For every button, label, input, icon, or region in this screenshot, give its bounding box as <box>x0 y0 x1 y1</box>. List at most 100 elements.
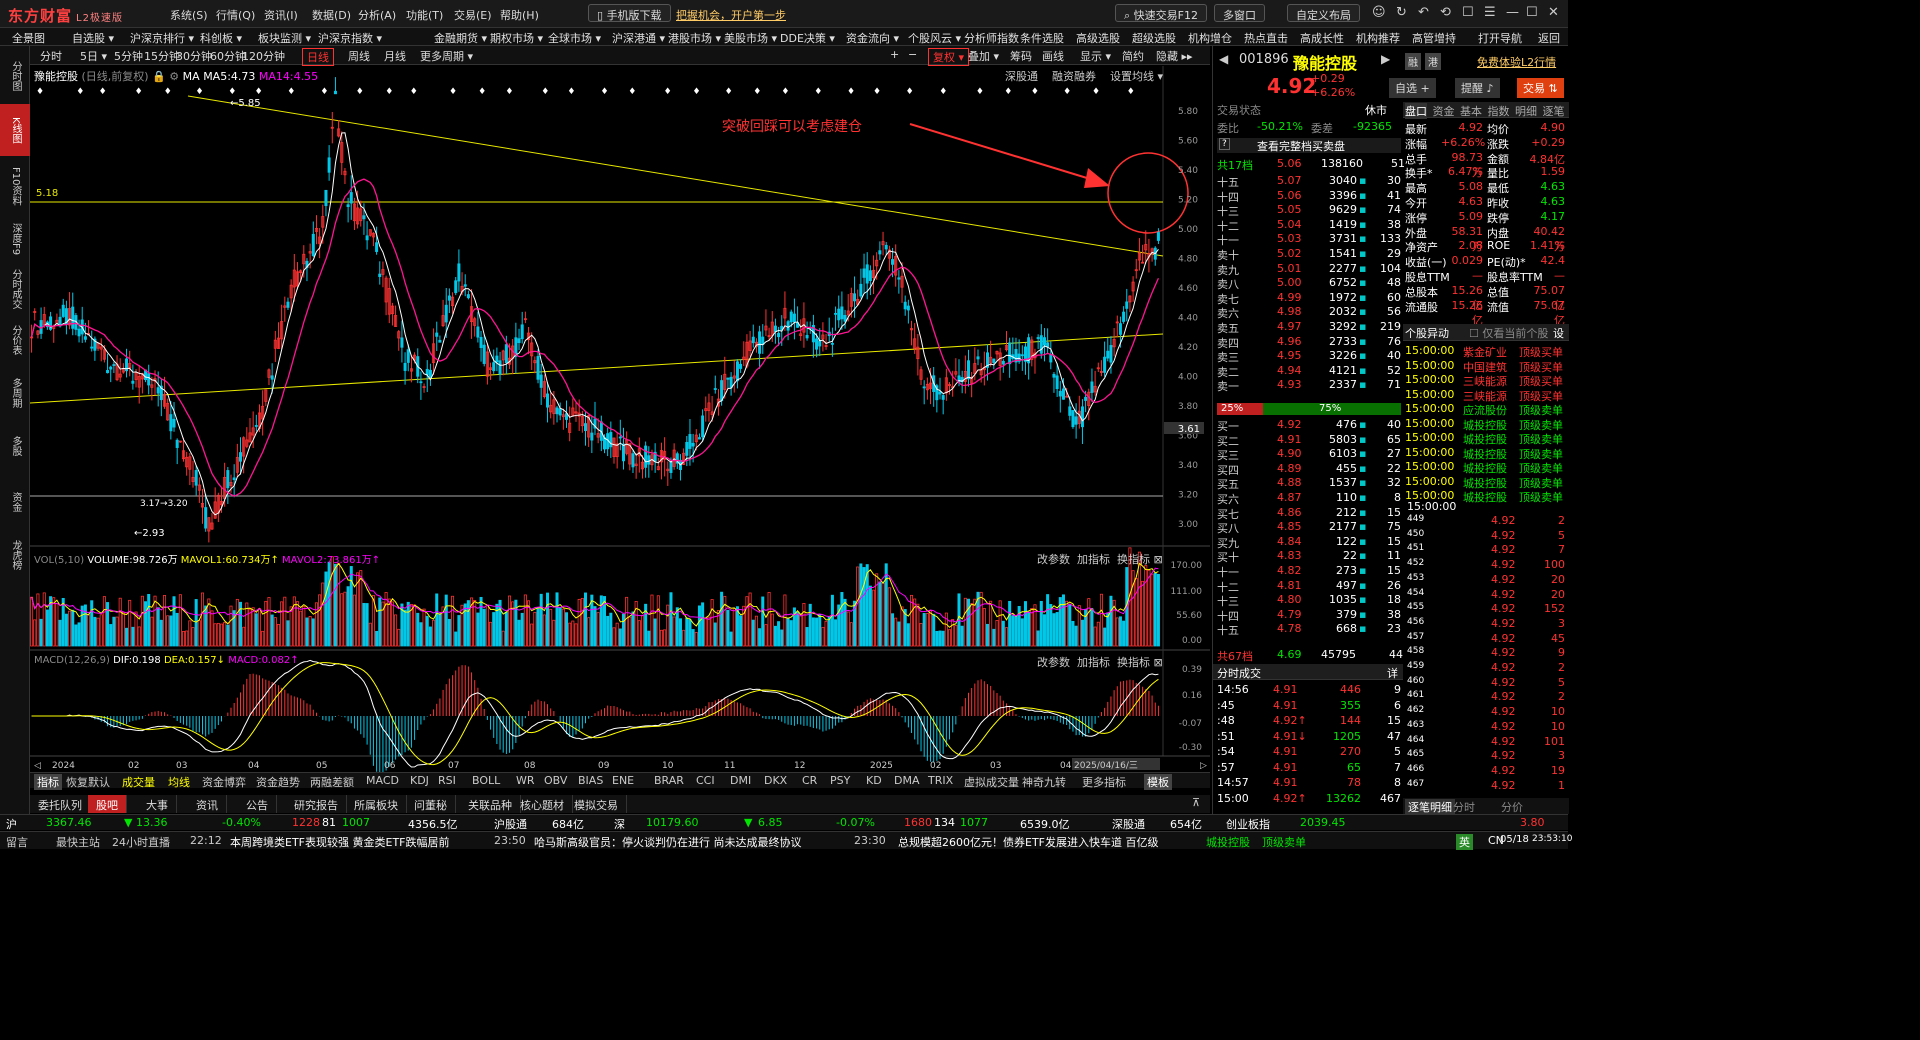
sell-row[interactable]: 卖八 5.00 6752 ▪ 48 <box>1217 276 1403 291</box>
sidebar-price-table[interactable]: 分价表 <box>0 318 30 362</box>
back-icon[interactable]: ↶ <box>1418 5 1429 20</box>
buy-row[interactable]: 买八 4.85 2177 ▪ 75 <box>1217 520 1403 535</box>
nav-item-23[interactable]: 高管增持 <box>1412 30 1456 46</box>
user-icon[interactable]: ☺ <box>1372 5 1386 20</box>
close-icon[interactable]: ✕ <box>1548 5 1559 20</box>
sell-row[interactable]: 卖九 5.01 2277 ▪ 104 <box>1217 262 1403 277</box>
nav-item-3[interactable]: 科创板 ▾ <box>200 30 242 46</box>
zoom-out-icon[interactable]: − <box>904 48 921 61</box>
sell-row[interactable]: 十三 5.05 9629 ▪ 74 <box>1217 203 1403 218</box>
nav-item-1[interactable]: 自选股 ▾ <box>72 30 114 46</box>
nav-item-12[interactable]: DDE决策 ▾ <box>780 30 835 46</box>
chart-tool-6[interactable]: 隐藏 ▸▸ <box>1152 48 1197 64</box>
buy-row[interactable]: 买五 4.88 1537 ▪ 32 <box>1217 476 1403 491</box>
macd-edit-params[interactable]: 改参数 <box>1037 656 1070 669</box>
buy-row[interactable]: 买三 4.90 6103 ▪ 27 <box>1217 447 1403 462</box>
period-7[interactable]: 日线 <box>302 48 334 66</box>
lock-icon[interactable]: 🔒 <box>152 70 166 83</box>
indicator-tab-24[interactable]: 虚拟成交量 <box>964 774 1019 790</box>
buy-row[interactable]: 买二 4.91 5803 ▪ 65 <box>1217 433 1403 448</box>
sell-row[interactable]: 十一 5.03 3731 ▪ 133 <box>1217 232 1403 247</box>
indicator-tab-20[interactable]: PSY <box>830 774 850 787</box>
panel-tab-4[interactable]: 明细 <box>1515 103 1537 119</box>
expand-icon[interactable]: ⊼ <box>1192 796 1200 809</box>
move-row[interactable]: 15:00:00 三峡能源 顶级买单 <box>1403 388 1569 403</box>
sidebar-multi-period[interactable]: 多周期 <box>0 368 30 418</box>
indicator-tab-25[interactable]: 神奇九转 <box>1022 774 1066 790</box>
link-ma-settings[interactable]: 设置均线 ▾ <box>1110 70 1163 83</box>
bottom-tab-9[interactable]: 核心题材 <box>512 795 573 813</box>
prev-stock-icon[interactable]: ◀ <box>1219 52 1228 66</box>
mobile-download-button[interactable]: ▯ 手机版下载 <box>588 4 671 22</box>
move-row[interactable]: 15:00:00 城投控股 顶级卖单 <box>1403 446 1569 461</box>
l2-trial-link[interactable]: 免费体验L2行情 <box>1477 54 1556 70</box>
nav-item-5[interactable]: 沪深京指数 ▾ <box>318 30 382 46</box>
nav-item-24[interactable]: 打开导航 <box>1478 30 1522 46</box>
nav-item-4[interactable]: 板块监测 ▾ <box>258 30 311 46</box>
next-stock-icon[interactable]: ▶ <box>1381 52 1390 66</box>
sidebar-multi-stock[interactable]: 多股 <box>0 426 30 466</box>
right-bottom-tab-2[interactable]: 分价 <box>1501 799 1523 815</box>
indicator-tab-22[interactable]: DMA <box>894 774 920 787</box>
sidebar-depth[interactable]: 深度F9 <box>0 216 30 262</box>
bottom-tab-1[interactable]: 股吧 <box>88 795 127 813</box>
panel-tab-2[interactable]: 基本 <box>1460 103 1482 119</box>
nav-item-0[interactable]: 全景图 <box>12 30 45 46</box>
indicator-tab-14[interactable]: ENE <box>612 774 634 787</box>
gear-icon[interactable]: ⚙ <box>169 70 179 83</box>
only-current-checkbox[interactable]: ☐ 仅看当前个股 <box>1469 325 1548 341</box>
zoom-in-icon[interactable]: + <box>886 48 903 61</box>
menu-system[interactable]: 系统(S) <box>170 7 208 23</box>
chart-tool-5[interactable]: 简约 <box>1118 48 1148 64</box>
ticker-item-2[interactable]: 24小时直播 <box>112 834 170 850</box>
bottom-tab-10[interactable]: 模拟交易 <box>566 795 627 813</box>
link-margin[interactable]: 融资融券 <box>1052 70 1096 83</box>
indicator-tab-11[interactable]: WR <box>516 774 535 787</box>
period-8[interactable]: 周线 <box>344 48 374 64</box>
nav-item-18[interactable]: 超级选股 <box>1132 30 1176 46</box>
bottom-tab-5[interactable]: 研究报告 <box>286 795 347 813</box>
quick-trade-button[interactable]: ⌕ 快速交易F12 <box>1115 4 1207 22</box>
nav-item-14[interactable]: 个股风云 ▾ <box>908 30 961 46</box>
move-row[interactable]: 15:00:00 三峡能源 顶级买单 <box>1403 373 1569 388</box>
nav-item-25[interactable]: 返回 <box>1538 30 1560 46</box>
nav-item-11[interactable]: 美股市场 ▾ <box>724 30 777 46</box>
period-6[interactable]: 120分钟 <box>238 48 289 64</box>
period-9[interactable]: 月线 <box>380 48 410 64</box>
vol-switch-indicator[interactable]: 换指标 <box>1117 553 1150 566</box>
period-0[interactable]: 分时 <box>36 48 66 64</box>
add-watch-button[interactable]: 自选 + <box>1389 78 1436 98</box>
nav-item-21[interactable]: 高成长性 <box>1300 30 1344 46</box>
sell-row[interactable]: 卖三 4.95 3226 ▪ 40 <box>1217 349 1403 364</box>
ime-indicator[interactable]: 英 <box>1456 834 1473 850</box>
bottom-tab-2[interactable]: 大事 <box>138 795 177 813</box>
nav-item-6[interactable]: 金融期货 ▾ <box>434 30 487 46</box>
nav-item-16[interactable]: 条件选股 <box>1020 30 1064 46</box>
move-row[interactable]: 15:00:00 中国建筑 顶级买单 <box>1403 359 1569 374</box>
move-row[interactable]: 15:00:00 紫金矿业 顶级买单 <box>1403 344 1569 359</box>
panel-tab-3[interactable]: 指数 <box>1488 103 1510 119</box>
link-sgt[interactable]: 深股通 <box>1005 70 1038 83</box>
buy-row[interactable]: 十三 4.80 1035 ▪ 18 <box>1217 593 1403 608</box>
right-bottom-tab-0[interactable]: 逐笔明细 <box>1405 799 1455 815</box>
bottom-tab-0[interactable]: 委托队列 <box>30 795 91 813</box>
ticks-more-button[interactable]: 详 <box>1387 665 1398 681</box>
bottom-tab-6[interactable]: 所属板块 <box>346 795 407 813</box>
close-icon[interactable]: ⊠ <box>1154 553 1163 566</box>
sell-row[interactable]: 卖一 4.93 2337 ▪ 71 <box>1217 378 1403 393</box>
buy-row[interactable]: 十一 4.82 273 ▪ 15 <box>1217 564 1403 579</box>
nav-item-10[interactable]: 港股市场 ▾ <box>668 30 721 46</box>
sell-row[interactable]: 卖四 4.96 2733 ▪ 76 <box>1217 335 1403 350</box>
indicator-tab-27[interactable]: 模板 <box>1144 774 1172 790</box>
vol-add-indicator[interactable]: 加指标 <box>1077 553 1110 566</box>
buy-row[interactable]: 买四 4.89 455 ▪ 22 <box>1217 462 1403 477</box>
trade-button[interactable]: 交易 ⇅ <box>1517 78 1564 98</box>
settings-icon[interactable]: 设 <box>1553 325 1564 341</box>
vol-edit-params[interactable]: 改参数 <box>1037 553 1070 566</box>
full-book-row[interactable]: ? 查看完整档买卖盘 <box>1217 138 1401 153</box>
chart-tool-2[interactable]: 筹码 <box>1006 48 1036 64</box>
nav-item-22[interactable]: 机构推荐 <box>1356 30 1400 46</box>
nav-item-19[interactable]: 机构增仓 <box>1188 30 1232 46</box>
close-icon[interactable]: ⊠ <box>1154 656 1163 669</box>
indicator-tab-5[interactable]: 资金趋势 <box>256 774 300 790</box>
